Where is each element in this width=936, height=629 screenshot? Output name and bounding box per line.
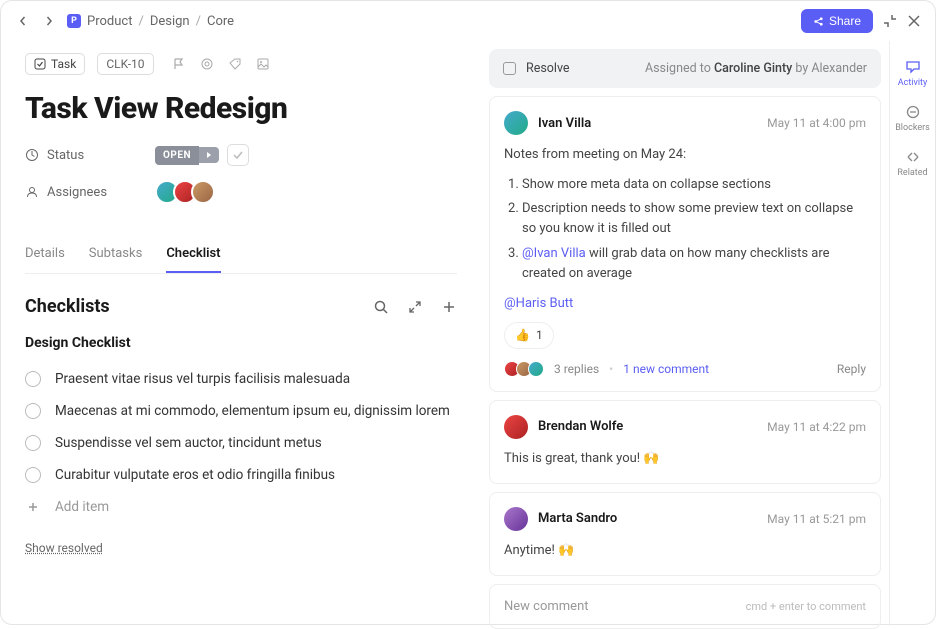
tab-details[interactable]: Details <box>25 236 65 273</box>
rail-activity[interactable]: Activity <box>890 53 935 94</box>
comment-time: May 11 at 5:21 pm <box>767 512 866 526</box>
comment: Brendan Wolfe May 11 at 4:22 pm This is … <box>489 400 881 484</box>
comment: Marta Sandro May 11 at 5:21 pm Anytime! … <box>489 492 881 576</box>
checklist-item[interactable]: Praesent vitae risus vel turpis facilisi… <box>25 363 457 395</box>
breadcrumb-part[interactable]: Design <box>150 14 190 29</box>
collapse-icon[interactable] <box>883 14 897 28</box>
person-icon <box>25 185 39 199</box>
checklist-item[interactable]: Curabitur vulputate eros et odio fringil… <box>25 459 457 491</box>
related-icon <box>905 149 921 165</box>
status-next-button[interactable] <box>199 147 219 163</box>
task-icon <box>34 58 46 70</box>
breadcrumb: P Product / Design / Core <box>67 14 234 29</box>
checklist-item[interactable]: Suspendisse vel sem auctor, tincidunt me… <box>25 427 457 459</box>
show-resolved-link[interactable]: Show resolved <box>25 541 457 555</box>
status-icon <box>25 148 39 162</box>
expand-icon[interactable] <box>407 299 423 315</box>
comment: Ivan Villa May 11 at 4:00 pm Notes from … <box>489 96 881 392</box>
check-circle-icon[interactable] <box>25 435 41 451</box>
check-circle-icon[interactable] <box>25 371 41 387</box>
search-icon[interactable] <box>373 299 389 315</box>
task-type-badge[interactable]: Task <box>25 53 85 75</box>
mention-icon[interactable] <box>200 57 214 71</box>
nav-back[interactable] <box>15 13 31 29</box>
resolve-label: Resolve <box>526 61 570 76</box>
tab-subtasks[interactable]: Subtasks <box>89 236 143 273</box>
tag-icon[interactable] <box>228 57 242 71</box>
new-comment-link[interactable]: 1 new comment <box>623 362 709 376</box>
chat-icon <box>905 59 921 75</box>
new-comment-input[interactable]: New comment cmd + enter to comment <box>489 584 881 629</box>
comment-time: May 11 at 4:22 pm <box>767 420 866 434</box>
blocker-icon <box>905 104 921 120</box>
reply-button[interactable]: Reply <box>837 362 866 376</box>
status-value[interactable]: OPEN <box>155 146 199 165</box>
share-button[interactable]: Share <box>801 9 873 33</box>
comment-author-name: Ivan Villa <box>538 116 591 131</box>
close-icon[interactable] <box>907 14 921 28</box>
checklist-group-name: Design Checklist <box>25 335 457 351</box>
avatar <box>504 111 528 135</box>
add-checklist-icon[interactable] <box>441 299 457 315</box>
comment-time: May 11 at 4:00 pm <box>767 116 866 130</box>
check-circle-icon[interactable] <box>25 403 41 419</box>
comment-author-name: Marta Sandro <box>538 511 617 526</box>
workspace-logo: P <box>67 14 81 28</box>
check-circle-icon[interactable] <box>25 467 41 483</box>
avatar <box>504 415 528 439</box>
task-title: Task View Redesign <box>25 91 457 126</box>
composer-hint: cmd + enter to comment <box>746 600 866 613</box>
comment-author-name: Brendan Wolfe <box>538 419 623 434</box>
status-complete-button[interactable] <box>227 144 249 166</box>
assignees-avatars[interactable] <box>155 180 215 204</box>
image-icon[interactable] <box>256 57 270 71</box>
assigned-to-text: Assigned to Caroline Ginty by Alexander <box>645 61 867 76</box>
rail-related[interactable]: Related <box>890 143 935 184</box>
nav-forward[interactable] <box>41 13 57 29</box>
resolve-checkbox[interactable] <box>503 62 516 75</box>
task-id[interactable]: CLK-10 <box>97 53 153 75</box>
rail-blockers[interactable]: Blockers <box>890 98 935 139</box>
breadcrumb-part[interactable]: Core <box>207 14 234 29</box>
mention[interactable]: @Haris Butt <box>504 296 573 311</box>
avatar <box>504 507 528 531</box>
flag-icon[interactable] <box>172 57 186 71</box>
reaction-button[interactable]: 👍1 <box>504 322 554 349</box>
checklists-heading: Checklists <box>25 296 110 317</box>
replies-count[interactable]: 3 replies <box>554 362 599 376</box>
avatar <box>528 361 544 377</box>
breadcrumb-part[interactable]: Product <box>87 14 132 29</box>
checklist-item[interactable]: Maecenas at mi commodo, elementum ipsum … <box>25 395 457 427</box>
avatar <box>191 180 215 204</box>
plus-icon <box>25 499 41 515</box>
mention[interactable]: @Ivan Villa <box>522 246 586 261</box>
tab-checklist[interactable]: Checklist <box>166 236 220 273</box>
add-item-button[interactable]: Add item <box>25 491 457 523</box>
share-icon <box>813 16 824 27</box>
